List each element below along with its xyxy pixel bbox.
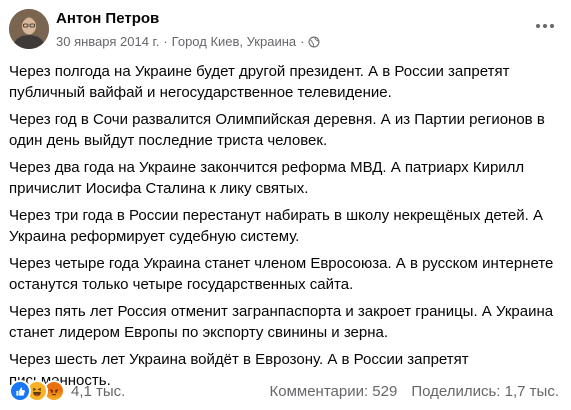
facebook-post: Антон Петров 30 января 2014 г. · Город К… xyxy=(0,0,571,410)
reactions-count: 4,1 тыс. xyxy=(71,382,126,400)
post-paragraph: Через четыре года Украина станет членом … xyxy=(9,255,554,293)
post-footer: 4,1 тыс. Комментарии: 529 Поделились: 1,… xyxy=(9,379,559,403)
post-stats: Комментарии: 529 Поделились: 1,7 тыс. xyxy=(270,383,560,400)
post-paragraph: Через три года в России перестанут набир… xyxy=(9,207,543,245)
reactions-summary[interactable]: 4,1 тыс. xyxy=(9,380,125,402)
meta-separator: · xyxy=(300,34,305,49)
like-icon xyxy=(9,380,31,402)
shares-count-link[interactable]: Поделились: 1,7 тыс. xyxy=(411,383,559,400)
author-name[interactable]: Антон Петров xyxy=(56,10,159,27)
post-paragraph: Через год в Сочи развалится Олимпийская … xyxy=(9,111,545,149)
post-location[interactable]: Город Киев, Украина xyxy=(172,34,296,49)
post-paragraph: Через пять лет Россия отменит загранпасп… xyxy=(9,303,554,341)
post-paragraph: Через полгода на Украине будет другой пр… xyxy=(9,63,510,101)
more-dots-icon xyxy=(536,24,540,28)
meta-separator: · xyxy=(163,34,168,49)
post-meta: 30 января 2014 г. · Город Киев, Украина … xyxy=(56,34,320,49)
more-options-button[interactable] xyxy=(533,18,557,34)
comments-count-link[interactable]: Комментарии: 529 xyxy=(270,383,398,400)
more-dots-icon xyxy=(550,24,554,28)
post-paragraph: Через два года на Украине закончится реф… xyxy=(9,159,525,197)
post-body: Через полгода на Украине будет другой пр… xyxy=(9,62,561,398)
globe-icon[interactable] xyxy=(308,36,320,48)
avatar[interactable] xyxy=(9,9,49,49)
more-dots-icon xyxy=(543,24,547,28)
post-date[interactable]: 30 января 2014 г. xyxy=(56,34,159,49)
avatar-portrait-icon xyxy=(9,9,49,49)
